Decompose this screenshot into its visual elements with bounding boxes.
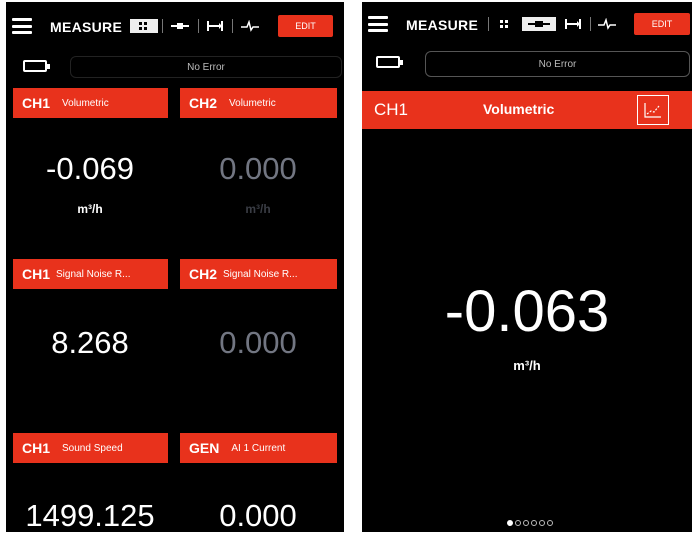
status-text: No Error xyxy=(187,61,225,73)
battery-icon xyxy=(376,56,403,68)
tile-header-ch1-volumetric[interactable]: CH1 Volumetric xyxy=(13,88,168,118)
edit-button[interactable]: EDIT xyxy=(634,13,690,35)
screen-title: MEASURE xyxy=(50,19,123,35)
tile-header-ch1-snr[interactable]: CH1 Signal Noise R... xyxy=(13,259,168,289)
tile-value-ch2-volumetric: 0.000 xyxy=(219,151,297,186)
hamburger-menu-icon[interactable] xyxy=(12,18,32,34)
tile-header-ch2-snr[interactable]: CH2 Signal Noise R... xyxy=(180,259,337,289)
battery-icon xyxy=(23,60,50,72)
tile-label: Signal Noise R... xyxy=(56,268,131,280)
tile-channel: CH2 xyxy=(189,266,218,282)
pipe-span-icon[interactable] xyxy=(204,19,226,33)
top-bar: MEASURE EDIT xyxy=(362,10,692,40)
measure-screen-tiles: MEASURE EDIT No Error CH1 Volumetric CH2… xyxy=(6,2,344,532)
tile-channel: CH1 xyxy=(22,95,51,111)
single-value-icon[interactable] xyxy=(522,17,556,31)
tile-value-ch1-snr: 8.268 xyxy=(51,325,129,360)
edit-button[interactable]: EDIT xyxy=(278,15,333,37)
page-dot[interactable] xyxy=(547,520,553,526)
tile-unit-ch1-volumetric: m³/h xyxy=(77,202,103,216)
tile-header-ch1-sound-speed[interactable]: CH1 Sound Speed xyxy=(13,433,168,463)
measurement-value: -0.063 xyxy=(444,279,610,344)
tile-value-ch2-snr: 0.000 xyxy=(219,325,297,360)
page-dot[interactable] xyxy=(523,520,529,526)
trend-chart-icon xyxy=(644,103,661,118)
page-indicator[interactable] xyxy=(507,520,555,526)
pipe-span-icon[interactable] xyxy=(562,17,584,31)
tile-label: Signal Noise R... xyxy=(223,268,298,280)
tile-label: AI 1 Current xyxy=(231,442,286,454)
top-bar: MEASURE EDIT xyxy=(6,12,344,42)
tile-label: Volumetric xyxy=(229,97,276,109)
tile-value-ch1-volumetric: -0.069 xyxy=(46,151,134,186)
tile-label: Volumetric xyxy=(62,97,109,109)
tile-channel: CH2 xyxy=(189,95,218,111)
status-text: No Error xyxy=(538,58,577,70)
page-dot[interactable] xyxy=(539,520,545,526)
tile-value-gen-ai1-current: 0.000 xyxy=(219,498,297,532)
tile-channel: CH1 xyxy=(22,440,51,456)
tile-channel: CH1 xyxy=(22,266,51,282)
waveform-icon[interactable] xyxy=(596,17,618,31)
tile-value-ch1-sound-speed: 1499.125 xyxy=(25,498,155,532)
tile-channel: GEN xyxy=(189,440,220,456)
page-dot[interactable] xyxy=(507,520,513,526)
trend-chart-button[interactable] xyxy=(637,95,669,125)
hamburger-menu-icon[interactable] xyxy=(368,16,388,32)
channel-header: CH1 Volumetric xyxy=(362,91,692,129)
status-bar: No Error xyxy=(425,51,690,77)
tile-unit-ch2-volumetric: m³/h xyxy=(245,202,271,216)
measurement-label: Volumetric xyxy=(483,101,555,117)
measurement-unit: m³/h xyxy=(513,358,541,373)
waveform-icon[interactable] xyxy=(238,19,262,33)
measure-screen-single: MEASURE EDIT No Error CH1 Volumetric -0.… xyxy=(362,2,692,532)
page-dot[interactable] xyxy=(515,520,521,526)
single-value-icon[interactable] xyxy=(168,19,192,33)
tile-header-gen-ai1-current[interactable]: GEN AI 1 Current xyxy=(180,433,337,463)
tile-header-ch2-volumetric[interactable]: CH2 Volumetric xyxy=(180,88,337,118)
tile-label: Sound Speed xyxy=(62,442,123,454)
page-dot[interactable] xyxy=(531,520,537,526)
grid-icon[interactable] xyxy=(130,19,158,33)
screen-title: MEASURE xyxy=(406,17,479,33)
grid-icon[interactable] xyxy=(494,17,514,31)
status-bar: No Error xyxy=(70,56,342,78)
channel-name: CH1 xyxy=(374,100,409,119)
